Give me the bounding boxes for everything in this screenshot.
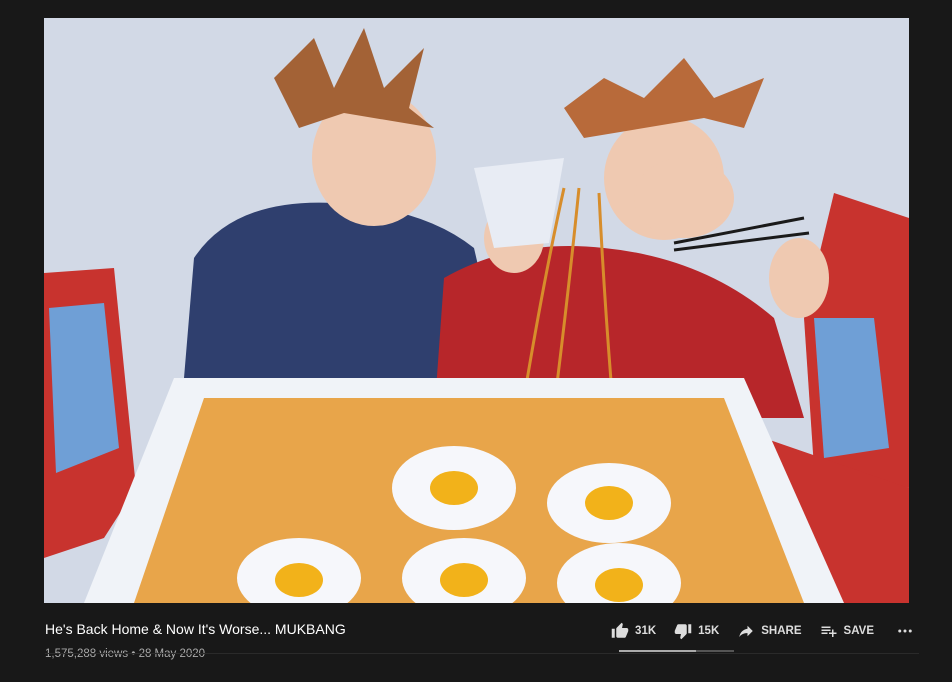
upload-date: 28 May 2020 — [138, 648, 206, 660]
video-player[interactable] — [44, 18, 909, 603]
dislike-count: 15K — [698, 625, 720, 637]
sentiment-bar — [619, 650, 734, 652]
video-actions: 31K 15K SHARE SAVE — [611, 622, 914, 640]
share-arrow-icon — [739, 625, 754, 637]
video-meta: 1,575,288 views • 28 May 2020 — [45, 648, 205, 660]
save-label: SAVE — [843, 625, 874, 637]
view-count: 1,575,288 views — [45, 648, 129, 660]
sentiment-bar-fill — [619, 650, 697, 652]
thumbs-down-icon — [674, 624, 692, 640]
like-button[interactable]: 31K — [611, 622, 656, 640]
more-actions-button[interactable] — [896, 622, 914, 640]
meta-separator: • — [131, 648, 136, 660]
video-title: He's Back Home & Now It's Worse... MUKBA… — [45, 621, 346, 637]
playlist-add-icon — [821, 626, 837, 637]
thumbs-up-icon — [611, 622, 629, 638]
share-label: SHARE — [761, 625, 802, 637]
like-count: 31K — [635, 625, 657, 637]
share-button[interactable]: SHARE — [737, 622, 802, 640]
more-horizontal-icon — [898, 629, 912, 633]
save-button[interactable]: SAVE — [820, 622, 874, 640]
dislike-button[interactable]: 15K — [674, 622, 719, 640]
video-frame-illustration — [44, 18, 909, 603]
info-divider — [45, 653, 919, 654]
